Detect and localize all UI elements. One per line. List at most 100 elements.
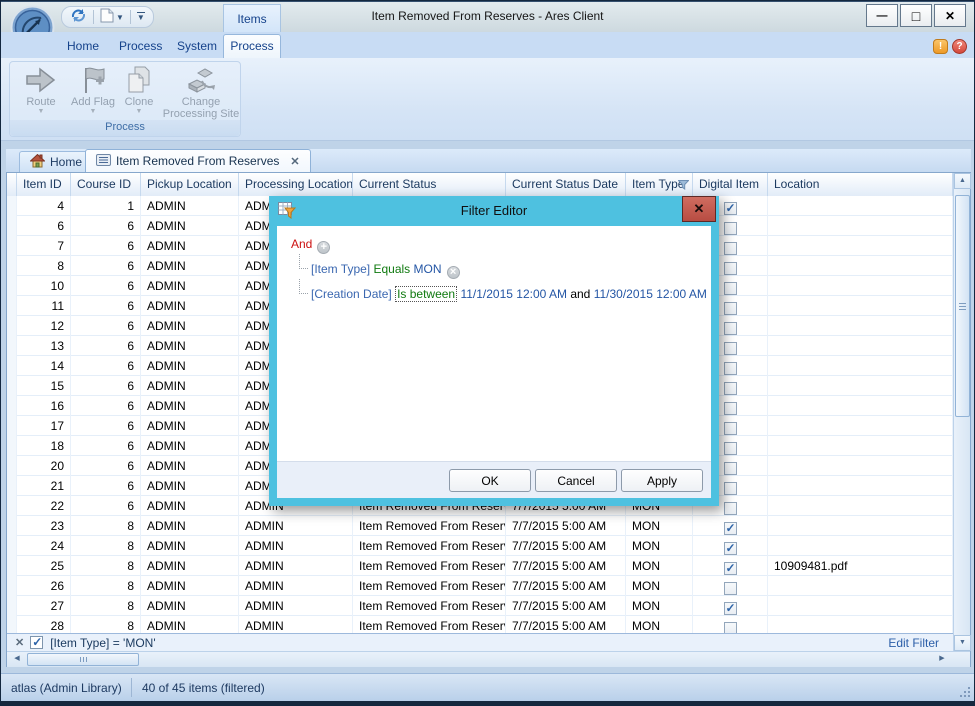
- scroll-left-icon[interactable]: [9, 652, 25, 667]
- condition-field[interactable]: [Item Type]: [311, 262, 370, 276]
- digital-item-checkbox[interactable]: [724, 462, 737, 475]
- horizontal-scrollbar[interactable]: [7, 651, 970, 667]
- digital-item-checkbox[interactable]: [724, 502, 737, 515]
- digital-item-checkbox[interactable]: [724, 482, 737, 495]
- vertical-scrollbar-thumb[interactable]: [955, 195, 970, 417]
- cell-item-id: 17: [17, 416, 71, 436]
- digital-item-checkbox[interactable]: [724, 602, 737, 615]
- condition-field[interactable]: [Creation Date]: [311, 287, 392, 301]
- digital-item-checkbox[interactable]: [724, 522, 737, 535]
- new-item-icon[interactable]: [100, 8, 114, 26]
- digital-item-checkbox[interactable]: [724, 382, 737, 395]
- cell-item-id: 13: [17, 336, 71, 356]
- digital-item-checkbox[interactable]: [724, 422, 737, 435]
- remove-condition-icon[interactable]: ×: [447, 266, 460, 279]
- cell-pickup-location: ADMIN: [141, 356, 239, 376]
- dialog-titlebar[interactable]: Filter Editor: [269, 196, 719, 226]
- cell-item-id: 12: [17, 316, 71, 336]
- cell-processing-location: ADMIN: [239, 576, 353, 596]
- row-indicator: [7, 236, 17, 256]
- tree-connector: [299, 254, 308, 269]
- horizontal-scrollbar-thumb[interactable]: [27, 653, 139, 666]
- digital-item-checkbox[interactable]: [724, 362, 737, 375]
- scroll-right-icon[interactable]: [934, 652, 950, 667]
- digital-item-checkbox[interactable]: [724, 402, 737, 415]
- column-header-label: Current Status: [359, 177, 436, 191]
- ribbon-tab-items-process-active[interactable]: Process: [223, 34, 281, 58]
- scroll-down-icon[interactable]: [954, 635, 971, 651]
- column-header-location[interactable]: Location: [768, 173, 953, 196]
- condition-operator[interactable]: Is between: [395, 286, 457, 302]
- clear-filter-icon[interactable]: [15, 636, 24, 649]
- clone-button[interactable]: Clone ▼: [118, 64, 160, 122]
- customize-qat-icon[interactable]: ▼: [137, 12, 145, 22]
- column-header-item-id[interactable]: Item ID: [17, 173, 71, 196]
- minimize-button[interactable]: [866, 4, 898, 27]
- cell-pickup-location: ADMIN: [141, 416, 239, 436]
- digital-item-checkbox[interactable]: [724, 622, 737, 633]
- ok-button[interactable]: OK: [449, 469, 531, 492]
- apply-button[interactable]: Apply: [621, 469, 703, 492]
- digital-item-checkbox[interactable]: [724, 262, 737, 275]
- change-processing-site-button[interactable]: Change Processing Site ▼: [162, 64, 240, 122]
- digital-item-checkbox[interactable]: [724, 562, 737, 575]
- resize-grip[interactable]: [958, 685, 970, 697]
- column-header-digital-item[interactable]: Digital Item: [693, 173, 768, 196]
- grid-row[interactable]: 248ADMINADMINItem Removed From Reserves7…: [7, 536, 953, 556]
- route-button[interactable]: Route ▼: [16, 64, 66, 122]
- dialog-close-button[interactable]: [682, 196, 716, 222]
- digital-item-checkbox[interactable]: [724, 442, 737, 455]
- grid-row[interactable]: 288ADMINADMINItem Removed From Reserves7…: [7, 616, 953, 633]
- column-header-current-status[interactable]: Current Status: [353, 173, 506, 196]
- close-button[interactable]: [934, 4, 966, 27]
- condition-value-start[interactable]: 11/1/2015 12:00 AM: [460, 287, 567, 301]
- new-item-dropdown-icon[interactable]: ▼: [116, 13, 124, 22]
- column-header-pickup-location[interactable]: Pickup Location: [141, 173, 239, 196]
- grid-row[interactable]: 278ADMINADMINItem Removed From Reserves7…: [7, 596, 953, 616]
- tab-home[interactable]: Home: [19, 151, 93, 172]
- grid-row[interactable]: 238ADMINADMINItem Removed From Reserves7…: [7, 516, 953, 536]
- scroll-up-icon[interactable]: [954, 173, 971, 189]
- tab-item-removed-from-reserves[interactable]: Item Removed From Reserves ✕: [85, 149, 311, 172]
- digital-item-checkbox[interactable]: [724, 282, 737, 295]
- filter-enabled-checkbox[interactable]: [30, 636, 43, 649]
- add-flag-button[interactable]: Add Flag ▼: [68, 64, 118, 122]
- digital-item-checkbox[interactable]: [724, 342, 737, 355]
- digital-item-checkbox[interactable]: [724, 582, 737, 595]
- ribbon-tab-system[interactable]: System: [163, 35, 231, 58]
- feedback-icon[interactable]: !: [933, 39, 948, 54]
- refresh-icon[interactable]: [70, 8, 87, 26]
- grid-row[interactable]: 258ADMINADMINItem Removed From Reserves7…: [7, 556, 953, 576]
- qat-separator2: [130, 10, 131, 24]
- cell-current-status: Item Removed From Reserves: [353, 596, 506, 616]
- help-icon[interactable]: ?: [952, 39, 967, 54]
- root-operator[interactable]: And: [291, 237, 312, 251]
- filter-funnel-icon[interactable]: [678, 179, 689, 193]
- condition-value[interactable]: MON: [414, 262, 442, 276]
- column-header-course-id[interactable]: Course ID: [71, 173, 141, 196]
- cancel-button[interactable]: Cancel: [535, 469, 617, 492]
- column-header-current-status-date[interactable]: Current Status Date: [506, 173, 626, 196]
- digital-item-checkbox[interactable]: [724, 222, 737, 235]
- row-indicator: [7, 336, 17, 356]
- digital-item-checkbox[interactable]: [724, 322, 737, 335]
- digital-item-checkbox[interactable]: [724, 202, 737, 215]
- condition-operator[interactable]: Equals: [373, 262, 410, 276]
- column-header-item-type[interactable]: Item Type: [626, 173, 693, 196]
- ribbon-tab-home[interactable]: Home: [53, 35, 113, 58]
- digital-item-checkbox[interactable]: [724, 542, 737, 555]
- vertical-scrollbar[interactable]: [953, 173, 970, 651]
- cell-item-type: MON: [626, 536, 693, 556]
- maximize-button[interactable]: [900, 4, 932, 27]
- grid-row[interactable]: 268ADMINADMINItem Removed From Reserves7…: [7, 576, 953, 596]
- digital-item-checkbox[interactable]: [724, 242, 737, 255]
- condition-value-end[interactable]: 11/30/2015 12:00 AM: [594, 287, 707, 301]
- edit-filter-link[interactable]: Edit Filter: [888, 636, 939, 650]
- row-indicator: [7, 356, 17, 376]
- digital-item-checkbox[interactable]: [724, 302, 737, 315]
- cell-item-id: 21: [17, 476, 71, 496]
- add-condition-icon[interactable]: +: [317, 241, 330, 254]
- cell-course-id: 6: [71, 496, 141, 516]
- column-header-processing-location[interactable]: Processing Location: [239, 173, 353, 196]
- tab-close-icon[interactable]: ✕: [290, 155, 299, 168]
